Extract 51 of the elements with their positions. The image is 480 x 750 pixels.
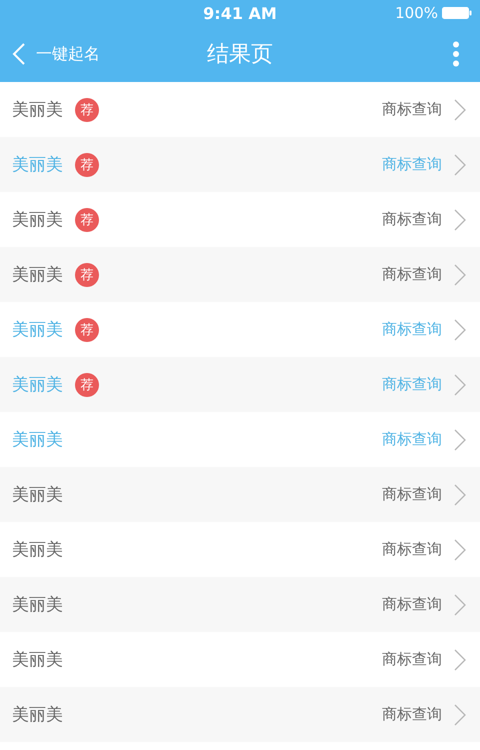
trademark-link[interactable]: 商标查询 [382,650,442,669]
battery-icon [442,7,472,19]
chevron-icon [454,318,466,340]
more-icon[interactable] [452,41,460,67]
chevron-icon [454,98,466,120]
trademark-link[interactable]: 商标查询 [382,210,442,229]
chevron-icon [454,208,466,230]
result-row[interactable]: 美丽美 荐 商标查询 [0,137,480,192]
result-row[interactable]: 美丽美 荐 商标查询 [0,247,480,302]
trademark-link[interactable]: 商标查询 [382,485,442,504]
name-text: 美丽美 [12,154,63,176]
chevron-icon [454,704,466,726]
name-text: 美丽美 [12,319,63,341]
name-text: 美丽美 [12,539,63,561]
name-text: 美丽美 [12,374,63,396]
name-text: 美丽美 [12,594,63,616]
recommend-badge: 荐 [75,208,99,232]
chevron-icon [454,154,466,176]
recommend-badge: 荐 [75,152,99,176]
name-text: 美丽美 [12,484,63,506]
result-row[interactable]: 美丽美 商标查询 [0,687,480,742]
chevron-icon [454,484,466,506]
page-title: 结果页 [207,41,273,69]
back-icon [12,42,26,66]
trademark-link[interactable]: 商标查询 [382,540,442,559]
trademark-link[interactable]: 商标查询 [382,265,442,284]
result-row[interactable]: 美丽美 商标查询 [0,577,480,632]
recommend-badge: 荐 [75,372,99,396]
back-label: 一键起名 [36,44,100,64]
chevron-icon [454,648,466,670]
result-row[interactable]: 美丽美 商标查询 [0,467,480,522]
trademark-link[interactable]: 商标查询 [382,595,442,614]
chevron-icon [454,374,466,396]
name-text: 美丽美 [12,264,63,286]
name-text: 美丽美 [12,704,63,726]
chevron-icon [454,594,466,616]
name-text: 美丽美 [12,209,63,231]
battery-percent: 100% [395,4,438,22]
name-text: 美丽美 [12,429,63,451]
trademark-link[interactable]: 商标查询 [382,100,442,119]
recommend-badge: 荐 [75,262,99,286]
result-row[interactable]: 美丽美 荐 商标查询 [0,357,480,412]
chevron-icon [454,538,466,560]
trademark-link[interactable]: 商标查询 [382,705,442,724]
chevron-icon [454,428,466,450]
name-text: 美丽美 [12,649,63,671]
recommend-badge: 荐 [75,318,99,342]
status-time: 9:41 AM [203,4,277,22]
chevron-icon [454,264,466,286]
recommend-badge: 荐 [75,98,99,122]
name-text: 美丽美 [12,99,63,121]
